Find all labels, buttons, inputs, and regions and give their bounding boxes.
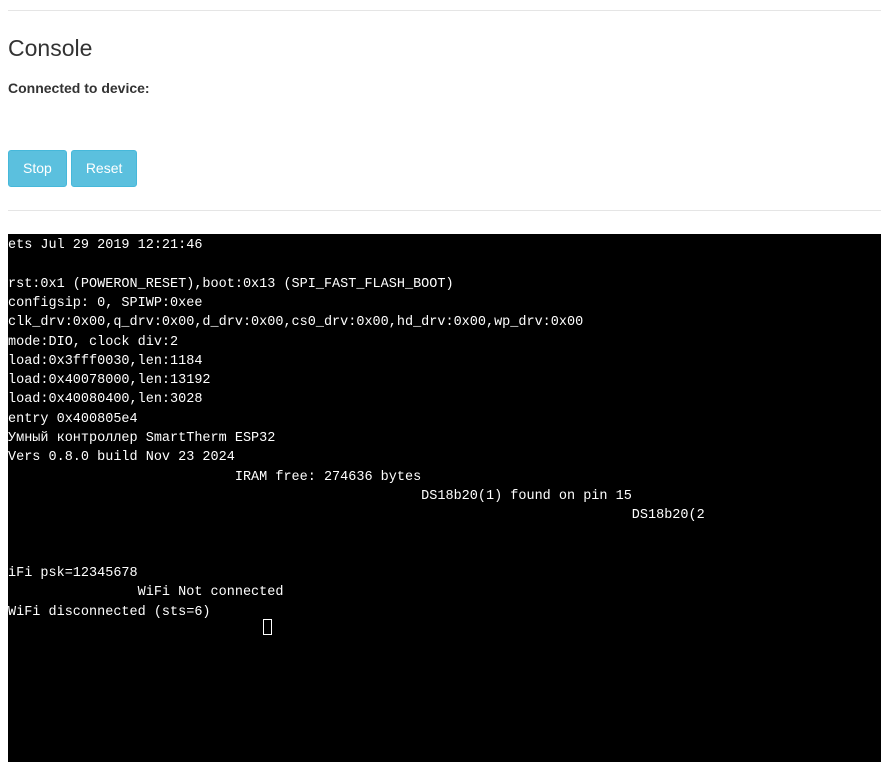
terminal-line: rst:0x1 (POWERON_RESET),boot:0x13 (SPI_F… [8, 276, 454, 292]
terminal-line: load:0x40080400,len:3028 [8, 392, 203, 408]
terminal-line: DS18b20(1) found on pin 15 [8, 488, 632, 504]
terminal-line: configsip: 0, SPIWP:0xee [8, 295, 203, 311]
stop-button[interactable]: Stop [8, 150, 67, 187]
terminal-line: WiFi Not connected [8, 585, 284, 601]
terminal-line: IRAM free: 274636 bytes [8, 469, 422, 485]
terminal-line: Умный контроллер SmartTherm ESP32 [8, 431, 276, 446]
terminal-line: ets Jul 29 2019 12:21:46 [8, 238, 203, 253]
reset-button[interactable]: Reset [70, 150, 138, 187]
connection-status: Connected to device: [8, 80, 154, 96]
terminal-cursor [263, 619, 272, 635]
connected-label: Connected to device: [8, 80, 150, 96]
terminal-line: Vers 0.8.0 build Nov 23 2024 [8, 450, 235, 466]
terminal-line: WiFi disconnected (sts=6) [8, 604, 211, 620]
terminal-line: entry 0x400805e4 [8, 411, 138, 427]
terminal-line: clk_drv:0x00,q_drv:0x00,d_drv:0x00,cs0_d… [8, 315, 584, 331]
console-page: Console Connected to device: Stop Reset e… [0, 0, 881, 762]
terminal-line: iFi psk=12345678 [8, 566, 138, 582]
top-divider [8, 10, 881, 11]
console-controls: Stop Reset [8, 150, 141, 187]
page-title: Console [8, 35, 93, 61]
terminal-line: mode:DIO, clock div:2 [8, 334, 179, 350]
terminal-line: DS18b20(2 [8, 508, 705, 524]
terminal-output[interactable]: ets Jul 29 2019 12:21:46 rst:0x1 (POWERON… [8, 234, 881, 762]
section-divider [8, 210, 881, 211]
terminal-line: load:0x40078000,len:13192 [8, 373, 211, 389]
terminal-line: load:0x3fff0030,len:1184 [8, 353, 203, 369]
